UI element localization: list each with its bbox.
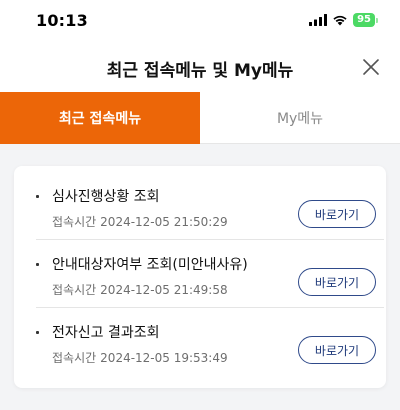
access-timestamp: 2024-12-05 19:53:49 bbox=[100, 351, 228, 365]
access-timestamp: 2024-12-05 21:49:58 bbox=[100, 283, 228, 297]
go-button[interactable]: 바로가기 bbox=[298, 268, 376, 296]
page-title: 최근 접속메뉴 및 My메뉴 bbox=[106, 61, 294, 81]
go-button[interactable]: 바로가기 bbox=[298, 336, 376, 364]
item-title: 전자신고 결과조회 bbox=[52, 325, 160, 341]
list-item: 전자신고 결과조회 접속시간 2024-12-05 19:53:49 바로가기 bbox=[36, 322, 376, 390]
access-timestamp: 2024-12-05 21:50:29 bbox=[100, 215, 228, 229]
divider bbox=[36, 307, 384, 308]
tab-recent-menu[interactable]: 최근 접속메뉴 bbox=[0, 92, 200, 144]
divider bbox=[36, 239, 384, 240]
item-access-time: 접속시간 2024-12-05 21:50:29 bbox=[52, 213, 228, 230]
tab-my-menu[interactable]: My메뉴 bbox=[200, 92, 400, 144]
go-button[interactable]: 바로가기 bbox=[298, 200, 376, 228]
item-title: 안내대상자여부 조회(미안내사유) bbox=[52, 257, 248, 273]
bullet bbox=[36, 331, 39, 334]
item-title: 심사진행상황 조회 bbox=[52, 189, 160, 205]
list-item: 안내대상자여부 조회(미안내사유) 접속시간 2024-12-05 21:49:5… bbox=[36, 254, 376, 322]
bullet bbox=[36, 263, 39, 266]
header: 최근 접속메뉴 및 My메뉴 bbox=[0, 42, 400, 92]
recent-menu-card: 심사진행상황 조회 접속시간 2024-12-05 21:50:29 바로가기 안… bbox=[14, 166, 386, 388]
item-access-time: 접속시간 2024-12-05 19:53:49 bbox=[52, 349, 228, 366]
status-time: 10:13 bbox=[36, 11, 88, 30]
battery-tip bbox=[376, 17, 378, 23]
list-item: 심사진행상황 조회 접속시간 2024-12-05 21:50:29 바로가기 bbox=[36, 186, 376, 254]
access-time-label: 접속시간 bbox=[52, 215, 97, 229]
wifi-icon bbox=[333, 15, 347, 26]
cellular-signal-icon bbox=[309, 14, 328, 26]
content-area: 심사진행상황 조회 접속시간 2024-12-05 21:50:29 바로가기 안… bbox=[0, 144, 400, 410]
access-time-label: 접속시간 bbox=[52, 283, 97, 297]
item-access-time: 접속시간 2024-12-05 21:49:58 bbox=[52, 281, 228, 298]
battery-indicator: 95 bbox=[353, 13, 375, 27]
bullet bbox=[36, 195, 39, 198]
access-time-label: 접속시간 bbox=[52, 351, 97, 365]
status-icons: 95 bbox=[309, 13, 378, 27]
close-icon[interactable] bbox=[360, 56, 382, 78]
tab-bar: 최근 접속메뉴 My메뉴 bbox=[0, 92, 400, 144]
status-bar: 10:13 95 bbox=[0, 0, 400, 42]
